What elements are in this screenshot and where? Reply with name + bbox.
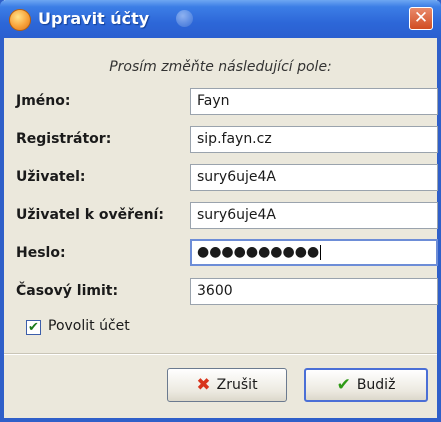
user-label: Uživatel: — [16, 169, 86, 185]
registrar-label: Registrátor: — [16, 131, 112, 147]
name-field[interactable]: Fayn — [190, 88, 438, 115]
app-icon — [9, 9, 31, 31]
cancel-button[interactable]: ✖ Zrušit — [167, 368, 287, 402]
ok-button[interactable]: ✔ Budiž — [304, 368, 428, 402]
auth-user-label: Uživatel k ověření: — [16, 207, 164, 223]
title-bar[interactable]: Upravit účty ✕ — [0, 0, 441, 38]
enable-account-checkbox[interactable]: ✔ — [26, 320, 41, 335]
timeout-label: Časový limit: — [16, 283, 119, 299]
registrar-field[interactable]: sip.fayn.cz — [190, 126, 438, 153]
password-label: Heslo: — [16, 245, 66, 261]
window-title: Upravit účty — [38, 9, 150, 28]
enable-account-label[interactable]: Povolit účet — [48, 318, 130, 334]
password-field[interactable]: ●●●●●●●●●● — [190, 239, 438, 266]
title-decoration-icon — [176, 10, 193, 27]
x-icon: ✖ — [196, 375, 211, 395]
button-separator — [4, 353, 437, 355]
instruction-text: Prosím změňte následující pole: — [109, 59, 332, 75]
text-caret — [320, 244, 322, 260]
password-value: ●●●●●●●●●● — [197, 244, 320, 260]
close-button[interactable]: ✕ — [409, 7, 433, 30]
name-label: Jméno: — [16, 93, 71, 109]
auth-user-field[interactable]: sury6uje4A — [190, 202, 438, 229]
edit-accounts-dialog: Upravit účty ✕ Prosím změňte následující… — [0, 0, 441, 422]
checkmark-icon: ✔ — [336, 375, 351, 395]
user-field[interactable]: sury6uje4A — [190, 164, 438, 191]
timeout-field[interactable]: 3600 — [190, 278, 438, 305]
cancel-button-label: Zrušit — [216, 377, 258, 393]
ok-button-label: Budiž — [356, 377, 396, 393]
